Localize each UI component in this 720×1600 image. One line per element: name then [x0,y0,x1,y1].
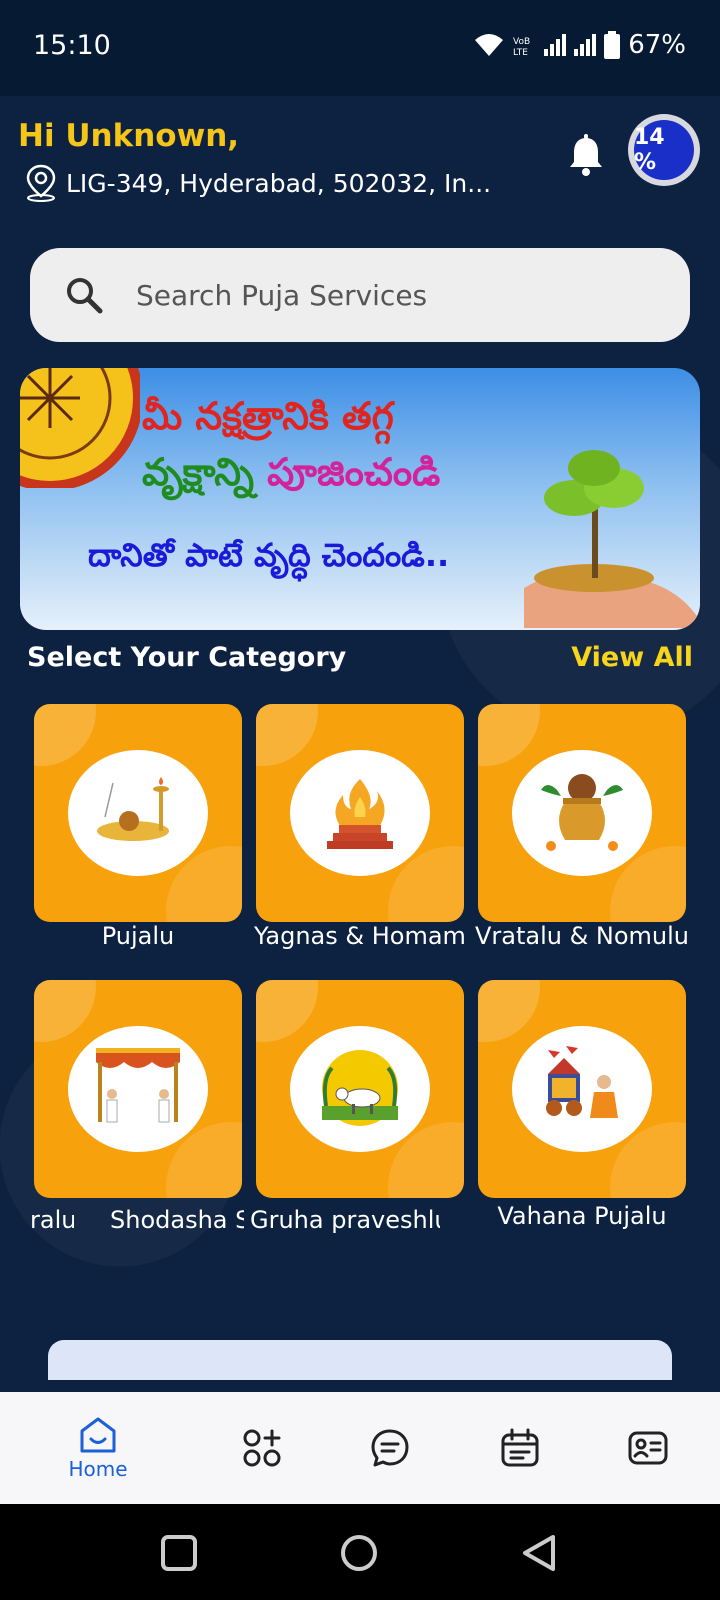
banner-line-3: దానితో పాటే వృద్ధి చెందండి.. [88,536,450,574]
home-icon [80,1417,116,1453]
recents-button-icon[interactable] [160,1534,198,1572]
lamp-icon [97,777,169,841]
wedding-mandap-icon [96,1048,180,1123]
tab-profile[interactable] [598,1392,698,1504]
status-time: 15:10 [33,30,111,61]
location-text: LIG-349, Hyderabad, 502032, In... [66,168,492,198]
category-circle [290,1026,430,1152]
search-icon [67,278,103,314]
volte-icon: VoB LTE [513,37,530,57]
search-bar[interactable]: Search Puja Services [30,248,690,342]
bottom-card-peek [48,1340,672,1380]
promo-banner[interactable]: మీ నక్షత్రానికి తగ్గ వృక్షాన్ని పూజించండ… [20,368,700,630]
tab-categories[interactable] [212,1392,312,1504]
category-card-gruha-praveshlu[interactable] [256,980,464,1198]
category-circle [512,750,652,876]
category-label: Shodasha S [110,1206,244,1234]
back-button-icon[interactable] [520,1534,558,1572]
banner-line-2a: వృక్షాన్ని [142,450,254,494]
battery-percent: 67% [628,30,686,60]
system-nav-bar [0,1504,720,1600]
category-card-yagnas[interactable] [256,704,464,922]
svg-text:LTE: LTE [513,48,528,57]
view-all-link[interactable]: View All [571,642,693,673]
location-pin-icon [26,164,56,202]
tab-bookings[interactable] [470,1392,570,1504]
profile-card-icon [628,1431,668,1465]
progress-value: 14 % [634,120,694,180]
category-label: Vratalu & Nomulu [474,922,690,950]
location-row[interactable]: LIG-349, Hyderabad, 502032, In... [24,164,491,202]
banner-line-2b: పూజించండి [267,450,441,494]
category-label: Vahana Pujalu [497,1202,667,1230]
category-label: Gruha praveshlu [250,1206,440,1234]
category-label: Yagnas & Homam [254,922,466,950]
zodiac-wheel-icon [20,368,140,488]
category-card-vratalu[interactable] [478,704,686,922]
profile-progress-badge[interactable]: 14 % [628,114,700,186]
category-card-pujalu[interactable] [34,704,242,922]
home-screen: Hi Unknown, LIG-349, Hyderabad, 502032, … [0,96,720,1392]
wifi-icon [475,34,504,56]
category-label: Pujalu [101,922,175,950]
status-icons: VoB LTE 67% [474,30,686,60]
category-title: Select Your Category [27,642,347,673]
calendar-icon [501,1428,539,1467]
svg-text:VoB: VoB [513,37,530,47]
plant-in-hands-icon [524,450,700,628]
chat-icon [371,1429,409,1467]
category-card-vahana-pujalu[interactable] [478,980,686,1198]
banner-line-2: వృక్షాన్ని పూజించండి [142,450,440,504]
signal-icon-2 [574,34,597,56]
category-circle [68,750,208,876]
battery-icon [604,31,621,59]
tab-home[interactable]: Home [48,1392,148,1504]
category-circle [290,750,430,876]
signal-icon [544,34,567,56]
category-circle [512,1026,652,1152]
category-circle [68,1026,208,1152]
category-card-vivaham[interactable] [34,980,242,1198]
category-header: Select Your Category View All [27,642,693,673]
bottom-tab-bar: Home [0,1392,720,1504]
kalash-icon [541,774,623,851]
greeting: Hi Unknown, [18,118,240,154]
tab-chat[interactable] [340,1392,440,1504]
cow-icon [322,1050,398,1126]
categories-icon [243,1429,281,1467]
status-bar: 15:10 VoB LTE 67% [0,0,720,96]
fire-icon [327,779,393,849]
search-placeholder: Search Puja Services [136,278,428,312]
category-label: ralu [30,1206,74,1234]
notification-bell-icon[interactable] [566,134,606,178]
chariot-icon [546,1046,618,1118]
tab-home-label: Home [68,1457,128,1481]
home-button-icon[interactable] [340,1534,378,1572]
banner-line-1: మీ నక్షత్రానికి తగ్గ [142,394,394,438]
